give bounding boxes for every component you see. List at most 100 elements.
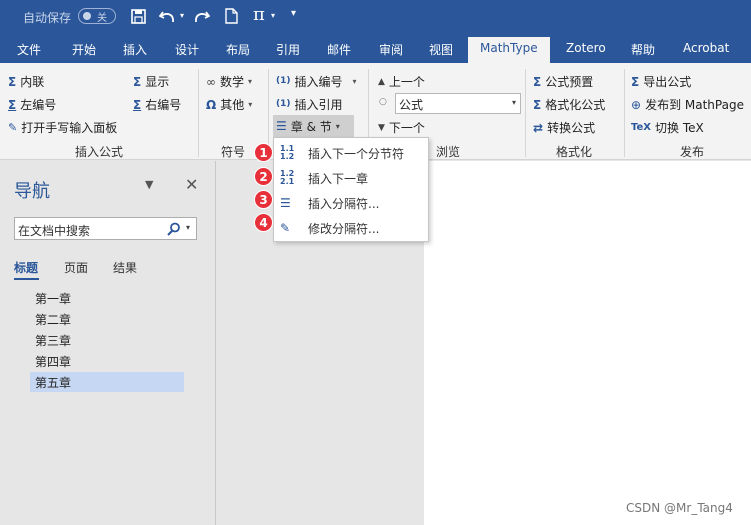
group-divider [624,69,625,157]
undo-dropdown-icon[interactable]: ▾ [180,11,184,20]
group-label-insert-equation: 插入公式 [75,145,124,159]
chevron-down-icon: ▾ [248,77,253,86]
tab-mathtype[interactable]: MathType [468,37,550,63]
menu-item-label: 插入下一个分节符 [308,146,405,161]
tab-help[interactable]: 帮助 [631,41,655,58]
inline-label: 内联 [20,75,45,89]
search-input[interactable]: 在文档中搜索 ▾ [14,217,197,240]
math-label: 数学 [220,75,245,89]
menu-item-label: 修改分隔符... [308,221,380,236]
watermark: CSDN @Mr_Tang4 [626,501,733,515]
tab-zotero[interactable]: Zotero [566,41,606,55]
pi-icon[interactable]: π [253,4,265,25]
display-button[interactable]: Σ 显示 [133,73,169,90]
navigation-title: 导航 [14,181,50,202]
tab-home[interactable]: 开始 [72,41,96,58]
sigma-right-icon: Σ [133,97,142,112]
other-label: 其他 [220,98,245,112]
equation-preset-label: 公式预置 [545,75,594,89]
close-icon[interactable]: ✕ [185,175,198,194]
heading-item[interactable]: 第二章 [30,309,184,329]
chevron-down-icon[interactable]: ▾ [186,223,190,232]
tab-mailings[interactable]: 邮件 [327,41,351,58]
heading-item[interactable]: 第四章 [30,351,184,371]
tab-design[interactable]: 设计 [175,41,199,58]
pane-options-icon[interactable]: ▼ [145,178,153,191]
handwriting-panel-button[interactable]: ✎ 打开手写输入面板 [8,119,117,136]
publish-mathpage-button[interactable]: ⊕ 发布到 MathPage [631,96,744,113]
number-icon: (1) [276,76,291,86]
chapter-section-button[interactable]: ☰ 章 & 节 ▾ [273,115,354,137]
save-icon[interactable] [131,9,146,24]
convert-icon: ⇄ [533,120,544,135]
nav-tab-results[interactable]: 结果 [113,259,137,276]
autosave-toggle[interactable]: 关 [78,8,116,24]
autosave-state: 关 [97,13,107,24]
autosave-label: 自动保存 [23,11,72,25]
omega-icon: Ω [206,97,217,112]
sigma-preset-icon: Σ [533,74,542,89]
left-number-button[interactable]: Σ 左编号 [8,96,56,113]
insert-break-icon: ☰ [280,196,291,210]
step-badge: 4 [254,213,273,232]
nav-tab-headings[interactable]: 标题 [14,259,38,276]
sigma-icon: Σ [8,74,17,89]
group-label-symbols: 符号 [221,145,246,159]
math-symbols-button[interactable]: ∞ 数学 ▾ [206,73,252,90]
heading-item[interactable]: 第一章 [30,288,184,308]
handwriting-label: 打开手写输入面板 [21,121,118,135]
menu-item-insert-next-chapter[interactable]: 1.2 2.1 插入下一章 [274,166,428,190]
tab-acrobat[interactable]: Acrobat [683,41,729,55]
group-label-publish: 发布 [680,145,705,159]
tab-file[interactable]: 文件 [17,41,41,58]
search-icon[interactable] [167,222,181,236]
pi-dropdown-icon[interactable]: ▾ [271,11,275,20]
menu-item-label: 插入分隔符... [308,196,380,211]
next-label: 下一个 [388,121,425,135]
document-page[interactable]: CSDN @Mr_Tang4 [424,161,751,525]
chapter-break-icon: 1.2 2.1 [280,169,295,186]
search-placeholder: 在文档中搜索 [18,224,91,238]
tab-review[interactable]: 审阅 [379,41,403,58]
other-symbols-button[interactable]: Ω 其他 ▾ [206,96,252,113]
tex-icon: TeX [631,121,651,133]
equation-type-select[interactable]: 公式 ▾ [395,93,521,114]
group-divider [198,69,199,157]
menu-item-insert-break[interactable]: ☰ 插入分隔符... [274,191,428,215]
tab-references[interactable]: 引用 [276,41,300,58]
publish-mathpage-label: 发布到 MathPage [645,98,744,112]
undo-icon[interactable] [159,9,175,24]
previous-button[interactable]: ▲ 上一个 [378,73,425,90]
customize-icon[interactable]: ▾ [291,8,296,19]
insert-number-label: 插入编号 [294,75,343,89]
equation-type-value: 公式 [399,98,424,112]
insert-number-button[interactable]: (1) 插入编号 ▾ [276,73,357,90]
tab-insert[interactable]: 插入 [123,41,147,58]
redo-icon[interactable] [194,9,210,24]
toggle-tex-button[interactable]: TeX 切换 TeX [631,119,704,136]
chevron-down-icon: ▾ [511,98,516,107]
next-button[interactable]: ▼ 下一个 [378,119,425,136]
sigma-export-icon: Σ [631,74,640,89]
heading-item-selected[interactable]: 第五章 [30,372,184,392]
new-document-icon[interactable] [225,8,238,24]
convert-equations-button[interactable]: ⇄ 转换公式 [533,119,595,136]
export-equations-button[interactable]: Σ 导出公式 [631,73,691,90]
format-equations-button[interactable]: Σ 格式化公式 [533,96,605,113]
export-equations-label: 导出公式 [643,75,692,89]
chevron-down-icon: ▾ [335,121,340,131]
menu-item-modify-break[interactable]: ✎ 修改分隔符... [274,216,428,240]
circle-icon: ○ [379,97,387,107]
arrow-down-icon: ▼ [378,122,385,133]
insert-reference-button[interactable]: (1) 插入引用 [276,96,343,113]
menu-item-insert-next-section[interactable]: 1.1 1.2 插入下一个分节符 [274,141,428,165]
step-badge: 1 [254,143,273,162]
nav-tab-pages[interactable]: 页面 [64,259,88,276]
heading-item[interactable]: 第三章 [30,330,184,350]
equation-preset-button[interactable]: Σ 公式预置 [533,73,593,90]
tab-layout[interactable]: 布局 [226,41,250,58]
inline-button[interactable]: Σ 内联 [8,73,44,90]
reference-icon: (1) [276,99,291,109]
tab-view[interactable]: 视图 [429,41,453,58]
right-number-button[interactable]: Σ 右编号 [133,96,181,113]
